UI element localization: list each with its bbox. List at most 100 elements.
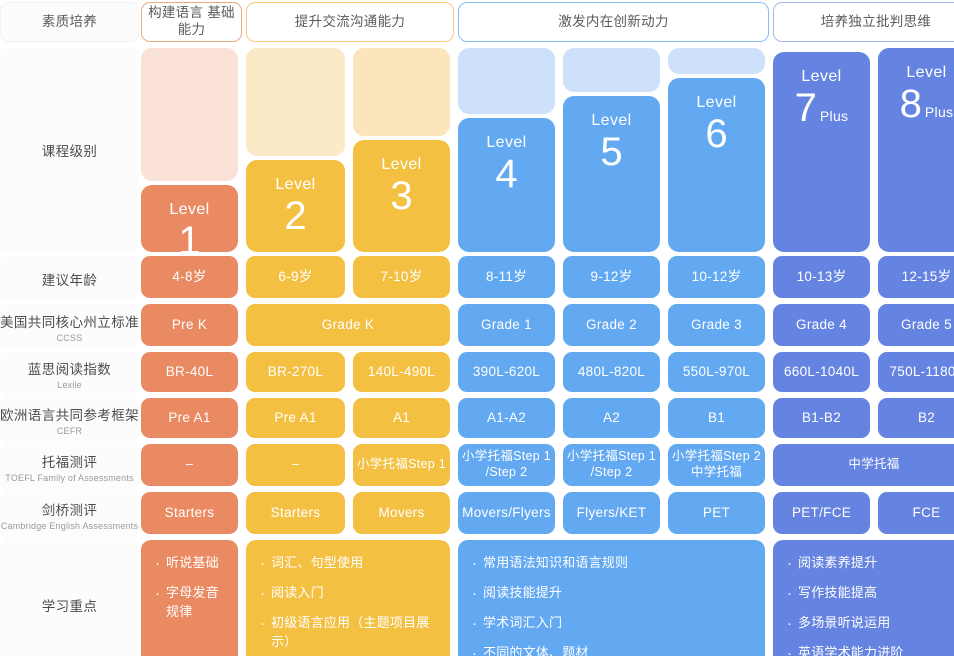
- row-label-zh: 托福测评: [41, 455, 98, 470]
- focus-item: 英语学术能力进阶: [785, 643, 954, 656]
- focus-block-1: 听说基础字母发音 规律: [141, 540, 238, 656]
- cell-toefl-4: 小学托福Step 1 /Step 2: [458, 444, 555, 486]
- row-label-6: 托福测评 TOEFL Family of Assessments: [0, 444, 139, 490]
- cell-ccss-5: Grade 3: [668, 304, 765, 346]
- cell-cefr-5: A2: [563, 398, 660, 438]
- cell-ccss-3: Grade 1: [458, 304, 555, 346]
- level-number-wrap: 6: [705, 114, 727, 154]
- level-card-2[interactable]: Level 2: [246, 160, 345, 252]
- level-ghost-4: [458, 48, 555, 114]
- cell-toefl-5: 小学托福Step 1 /Step 2: [563, 444, 660, 486]
- focus-item: 写作技能提高: [785, 583, 954, 605]
- cell-lexile-6: 550L-970L: [668, 352, 765, 392]
- level-number-wrap: 8 Plus: [900, 84, 954, 124]
- level-ghost-1: [141, 48, 238, 181]
- row-label-1: 课程级别: [0, 48, 139, 252]
- level-word: Level: [169, 201, 210, 218]
- level-number: 3: [390, 173, 413, 218]
- focus-block-4: 阅读素养提升写作技能提高多场景听说运用英语学术能力进阶话题辩论与思辨: [773, 540, 954, 656]
- cell-cambridge-8: FCE: [878, 492, 954, 534]
- cell-cefr-4: A1-A2: [458, 398, 555, 438]
- cell-age-8: 12-15岁: [878, 256, 954, 298]
- level-number: 2: [284, 193, 307, 238]
- cell-cambridge-6: PET: [668, 492, 765, 534]
- focus-list: 常用语法知识和语言规则阅读技能提升学术词汇入门不同的文体、题材语言学科综合运用: [470, 553, 755, 656]
- cell-age-5: 9-12岁: [563, 256, 660, 298]
- row-label-en: Cambridge English Assessments: [0, 521, 139, 531]
- cell-toefl-2: –: [246, 444, 345, 486]
- level-number-wrap: 3: [390, 176, 412, 216]
- cell-cefr-1: Pre A1: [141, 398, 238, 438]
- level-card-5[interactable]: Level 5: [563, 96, 660, 252]
- cell-lexile-3: 140L-490L: [353, 352, 450, 392]
- level-ghost-3: [353, 48, 450, 136]
- level-number: 7: [794, 85, 817, 130]
- cell-lexile-4: 390L-620L: [458, 352, 555, 392]
- focus-item: 阅读入门: [258, 583, 440, 605]
- cell-ccss-1: Pre K: [141, 304, 238, 346]
- focus-item: 多场景听说运用: [785, 613, 954, 635]
- cell-age-4: 8-11岁: [458, 256, 555, 298]
- focus-item: 不同的文体、题材: [470, 643, 755, 656]
- header-corner-label: 素质培养: [0, 2, 139, 42]
- row-label-en: CEFR: [56, 426, 83, 436]
- cell-lexile-8: 750L-1180L: [878, 352, 954, 392]
- level-card-3[interactable]: Level 3: [353, 140, 450, 252]
- cell-cambridge-3: Movers: [353, 492, 450, 534]
- row-label-zh: 蓝思阅读指数: [27, 362, 112, 377]
- level-number: 8: [899, 81, 922, 126]
- focus-item: 常用语法知识和语言规则: [470, 553, 755, 575]
- cell-lexile-1: BR-40L: [141, 352, 238, 392]
- cell-toefl-1: –: [141, 444, 238, 486]
- level-card-6[interactable]: Level 6: [668, 78, 765, 252]
- row-label-en: TOEFL Family of Assessments: [5, 473, 134, 483]
- level-number-wrap: 4: [495, 154, 517, 194]
- cell-toefl-6: 小学托福Step 2 中学托福: [668, 444, 765, 486]
- header-tab-3[interactable]: 激发内在创新动力: [458, 2, 769, 42]
- row-label-5: 欧洲语言共同参考框架 CEFR: [0, 398, 139, 442]
- focus-item: 阅读素养提升: [785, 553, 954, 575]
- cell-age-1: 4-8岁: [141, 256, 238, 298]
- level-number: 5: [600, 129, 623, 174]
- cell-cambridge-7: PET/FCE: [773, 492, 870, 534]
- level-word: Level: [696, 94, 737, 111]
- level-card-1[interactable]: Level 1: [141, 185, 238, 252]
- row-label-4: 蓝思阅读指数 Lexile: [0, 352, 139, 396]
- level-card-4[interactable]: Level 4: [458, 118, 555, 252]
- header-tab-row: 素质培养 构建语言 基础能力 提升交流沟通能力 激发内在创新动力 培养独立批判思维: [0, 0, 954, 44]
- focus-item: 字母发音 规律: [153, 583, 228, 622]
- row-label-zh: 剑桥测评: [41, 503, 98, 518]
- row-label-zh: 美国共同核心州立标准: [0, 315, 139, 330]
- cell-toefl-7: 中学托福: [773, 444, 954, 486]
- focus-list: 阅读素养提升写作技能提高多场景听说运用英语学术能力进阶话题辩论与思辨: [785, 553, 954, 656]
- row-label-zh: 学习重点: [41, 599, 98, 614]
- cell-lexile-5: 480L-820L: [563, 352, 660, 392]
- header-tab-4[interactable]: 培养独立批判思维: [773, 2, 954, 42]
- level-number: 4: [495, 151, 518, 196]
- row-label-8: 学习重点: [0, 540, 139, 656]
- row-label-en: Lexile: [57, 380, 82, 390]
- cell-cefr-8: B2: [878, 398, 954, 438]
- focus-list: 词汇、句型使用阅读入门初级语言应用（主题项目展示）学科知识入门: [258, 553, 440, 656]
- header-tab-1[interactable]: 构建语言 基础能力: [141, 2, 242, 42]
- level-number-wrap: 7 Plus: [795, 88, 849, 128]
- cell-ccss-7: Grade 5: [878, 304, 954, 346]
- level-card-7[interactable]: Level 7 Plus: [773, 52, 870, 252]
- focus-list: 听说基础字母发音 规律: [153, 553, 228, 622]
- focus-item: 学术词汇入门: [470, 613, 755, 635]
- header-tab-2[interactable]: 提升交流沟通能力: [246, 2, 454, 42]
- level-suffix: Plus: [819, 107, 849, 124]
- cell-cefr-7: B1-B2: [773, 398, 870, 438]
- cell-cefr-6: B1: [668, 398, 765, 438]
- cell-cambridge-2: Starters: [246, 492, 345, 534]
- cell-ccss-4: Grade 2: [563, 304, 660, 346]
- level-ghost-2: [246, 48, 345, 156]
- level-number-wrap: 2: [284, 196, 306, 236]
- cell-lexile-2: BR-270L: [246, 352, 345, 392]
- cell-cambridge-5: Flyers/KET: [563, 492, 660, 534]
- row-label-zh: 建议年龄: [41, 273, 98, 288]
- cell-cefr-2: Pre A1: [246, 398, 345, 438]
- level-card-8[interactable]: Level 8 Plus: [878, 48, 954, 252]
- cell-age-6: 10-12岁: [668, 256, 765, 298]
- cell-age-3: 7-10岁: [353, 256, 450, 298]
